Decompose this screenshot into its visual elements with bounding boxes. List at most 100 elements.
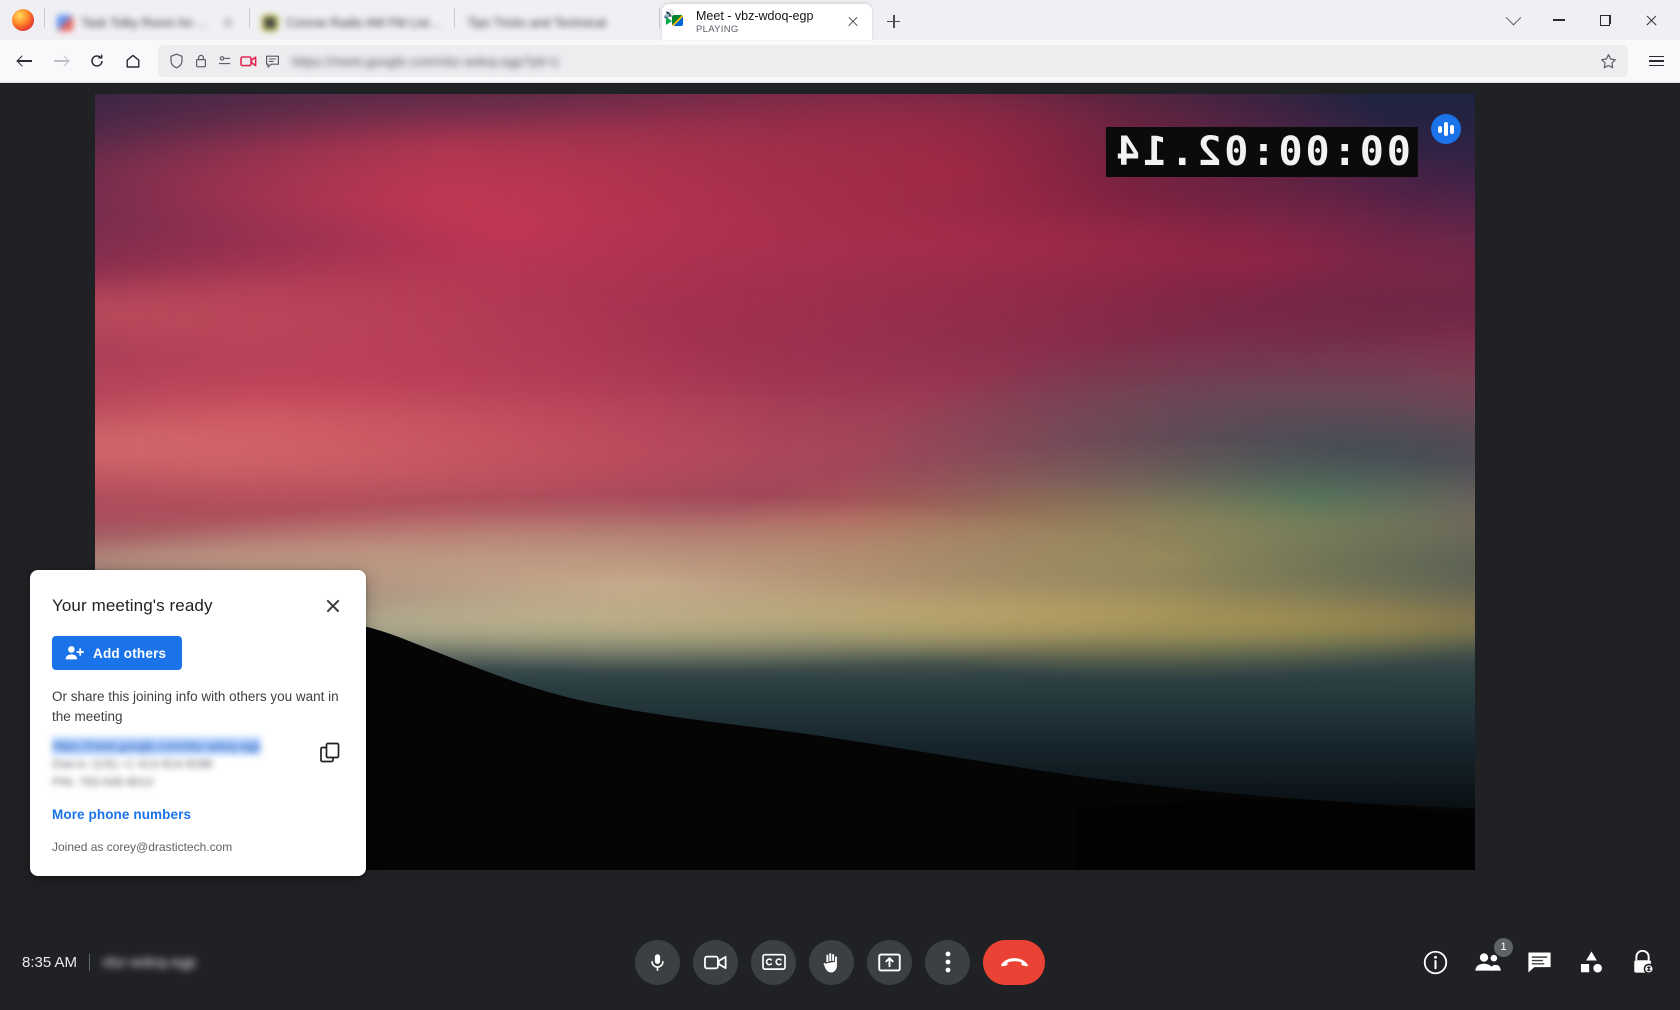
minimize-button[interactable] (1536, 4, 1582, 36)
meeting-details-button[interactable] (1420, 947, 1450, 977)
forward-button[interactable] (44, 45, 78, 77)
tab-separator (659, 8, 660, 28)
microphone-button[interactable] (635, 939, 680, 985)
phone-hangup-icon (1000, 958, 1028, 967)
people-count-badge: 1 (1494, 938, 1513, 957)
divider (89, 953, 91, 971)
share-instructions: Or share this joining info with others y… (52, 689, 339, 724)
reload-button[interactable] (80, 45, 114, 77)
arrow-right-icon (53, 53, 69, 69)
more-phone-numbers-link[interactable]: More phone numbers (52, 807, 344, 822)
url-text[interactable]: https://meet.google.com/vbz-wdoq-egp?pli… (288, 54, 1587, 69)
browser-tab[interactable]: Task Tolky Room for Asides 5 (47, 6, 247, 40)
close-window-button[interactable] (1628, 4, 1674, 36)
lock-icon[interactable] (192, 53, 209, 70)
new-tab-button[interactable] (878, 6, 908, 36)
tab-title: Meet - vbz-wdoq-egp (696, 8, 814, 23)
list-all-tabs-button[interactable] (1490, 4, 1536, 36)
back-button[interactable] (8, 45, 42, 77)
reload-icon (91, 54, 103, 67)
home-icon (126, 54, 140, 68)
copy-joining-info-button[interactable] (318, 741, 344, 767)
audio-bar (1444, 122, 1448, 136)
menu-line (1648, 64, 1664, 67)
add-others-label: Add others (93, 645, 167, 661)
tab-title: Task Tolky Room for Asides 5 (81, 15, 211, 30)
cloud-band (95, 264, 1475, 358)
microphone-icon (651, 953, 664, 971)
application-menu-button[interactable] (1640, 45, 1672, 77)
camera-in-use-icon[interactable] (240, 53, 257, 70)
dialog-close-button[interactable] (322, 595, 344, 617)
chat-button[interactable] (1524, 947, 1554, 977)
present-screen-icon (878, 953, 901, 971)
arrow-left-icon (17, 53, 33, 69)
tab-close-icon[interactable] (844, 13, 862, 31)
notification-bubble-icon[interactable] (264, 53, 281, 70)
meet-right-controls: 1 (1420, 938, 1658, 977)
closed-captions-icon (761, 953, 786, 970)
host-controls-button[interactable] (1628, 947, 1658, 977)
close-icon (1645, 14, 1658, 27)
firefox-logo-icon (12, 9, 34, 31)
browser-tab[interactable]: Conroe Radio AM FM Listen (252, 6, 452, 40)
tab-separator (249, 8, 250, 28)
activities-button[interactable] (1576, 947, 1606, 977)
copy-icon (320, 742, 340, 763)
chat-bubble-icon (1527, 952, 1551, 972)
tab-audio-playing-icon[interactable]: 🔊 (664, 10, 675, 19)
tab-favicon-icon (57, 15, 73, 31)
menu-line (1648, 55, 1664, 58)
google-meet-favicon-icon: 🔊 (664, 10, 688, 30)
camera-icon (704, 955, 727, 969)
window-controls (1490, 4, 1674, 40)
tab-close-icon[interactable] (219, 14, 237, 32)
star-icon (1600, 53, 1616, 68)
audio-bar (1450, 124, 1454, 134)
navigation-toolbar: https://meet.google.com/vbz-wdoq-egp?pli… (0, 40, 1680, 83)
hang-up-button[interactable] (983, 939, 1045, 985)
people-button[interactable]: 1 (1472, 938, 1513, 977)
three-dots-icon (945, 951, 950, 973)
joined-as-text: Joined as corey@drastictech.com (52, 840, 233, 854)
cloud-band (95, 404, 1475, 490)
tab-audio-status: PLAYING (696, 23, 739, 35)
host-lock-icon (1634, 949, 1655, 974)
activities-shapes-icon (1580, 951, 1602, 973)
tab-strip: Task Tolky Room for Asides 5 Conroe Radi… (0, 0, 1680, 40)
info-icon (1423, 950, 1447, 974)
home-button[interactable] (116, 45, 150, 77)
timecode-text: 00:00:02.14 (1113, 129, 1411, 175)
dialog-header: Your meeting's ready (52, 594, 344, 618)
add-person-icon (65, 646, 84, 660)
camera-button[interactable] (693, 939, 738, 985)
shield-icon[interactable] (168, 53, 185, 70)
permissions-icon[interactable] (216, 53, 233, 70)
raise-hand-button[interactable] (809, 939, 854, 985)
joining-info: https://meet.google.com/vbz-wdoq-egp Dia… (52, 737, 344, 791)
google-meet-app: 00:00:02.14 Your meeting's ready Add oth… (0, 83, 1680, 1009)
browser-chrome: Task Tolky Room for Asides 5 Conroe Radi… (0, 0, 1680, 83)
dialog-title: Your meeting's ready (52, 596, 213, 615)
tab-title: Conroe Radio AM FM Listen (286, 15, 442, 30)
audio-indicator-icon[interactable] (1431, 114, 1461, 144)
browser-tab-active-meet[interactable]: 🔊 Meet - vbz-wdoq-egp PLAYING (662, 4, 872, 40)
meeting-link[interactable]: https://meet.google.com/vbz-wdoq-egp (52, 737, 261, 755)
menu-line (1648, 60, 1664, 62)
tab-title: Tips Tricks and Technical (467, 15, 606, 30)
hand-icon (822, 951, 838, 973)
present-screen-button[interactable] (867, 939, 912, 985)
tab-separator (44, 8, 45, 28)
add-others-button[interactable]: Add others (52, 636, 183, 670)
restore-button[interactable] (1582, 4, 1628, 36)
more-options-button[interactable] (925, 939, 970, 985)
current-time: 8:35 AM (22, 953, 78, 971)
meeting-pin: PIN: 793-548-901# (52, 775, 154, 789)
call-controls (635, 939, 1045, 985)
captions-button[interactable] (751, 939, 796, 985)
bottom-bar-left: 8:35 AM vbz-wdoq-egp (22, 953, 196, 971)
bookmark-button[interactable] (1594, 48, 1622, 74)
people-icon (1474, 953, 1501, 971)
browser-tab[interactable]: Tips Tricks and Technical (457, 6, 657, 40)
address-bar[interactable]: https://meet.google.com/vbz-wdoq-egp?pli… (158, 45, 1628, 77)
